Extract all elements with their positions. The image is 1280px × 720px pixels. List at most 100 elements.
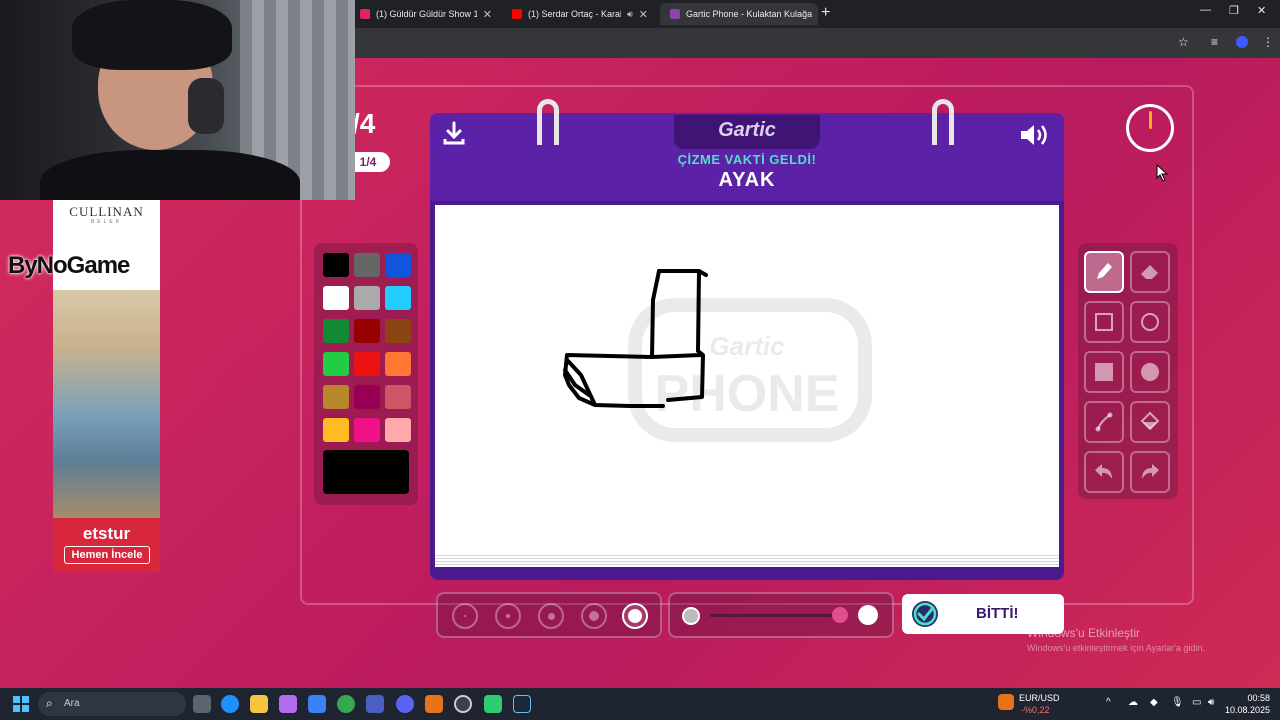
sound-icon[interactable] bbox=[1018, 121, 1052, 149]
opacity-high-icon bbox=[858, 605, 878, 625]
brush-size-4[interactable] bbox=[581, 603, 607, 629]
color-swatch[interactable] bbox=[323, 253, 349, 277]
clock-time: 00:58 bbox=[1247, 693, 1270, 703]
gartic-favicon-icon bbox=[670, 9, 680, 19]
color-swatch[interactable] bbox=[354, 352, 380, 376]
app-icon-green[interactable] bbox=[484, 695, 502, 713]
close-icon[interactable]: ✕ bbox=[483, 8, 492, 21]
color-swatch[interactable] bbox=[354, 319, 380, 343]
windows-start-icon[interactable] bbox=[13, 696, 29, 712]
download-icon[interactable] bbox=[442, 121, 466, 147]
tab-guldur-guldur[interactable]: (1) Güldür Güldür Show 199.Bö ✕ bbox=[350, 3, 502, 25]
pencil-tool[interactable] bbox=[1084, 251, 1124, 293]
restore-icon[interactable]: ❐ bbox=[1229, 4, 1239, 17]
task-view-icon[interactable] bbox=[193, 695, 211, 713]
close-icon[interactable]: ✕ bbox=[639, 8, 648, 21]
copilot-icon[interactable] bbox=[279, 695, 297, 713]
edge-icon[interactable] bbox=[221, 695, 239, 713]
opacity-low-icon bbox=[682, 607, 700, 625]
color-swatch[interactable] bbox=[385, 352, 411, 376]
redo-button[interactable] bbox=[1130, 451, 1170, 493]
opacity-slider[interactable] bbox=[668, 592, 894, 638]
color-swatch[interactable] bbox=[323, 286, 349, 310]
store-icon[interactable] bbox=[308, 695, 326, 713]
opacity-thumb[interactable] bbox=[832, 607, 848, 623]
webcam-overlay bbox=[0, 0, 355, 200]
app-icon-orange[interactable] bbox=[425, 695, 443, 713]
color-swatch[interactable] bbox=[354, 385, 380, 409]
tab-title: (1) Güldür Güldür Show 199.Bö bbox=[376, 9, 477, 19]
tray-chevron-icon[interactable]: ^ bbox=[1106, 697, 1111, 708]
opacity-track[interactable] bbox=[710, 614, 844, 617]
color-swatch[interactable] bbox=[385, 418, 411, 442]
fx-pair: EUR/USD bbox=[1019, 693, 1060, 703]
bucket-icon bbox=[1140, 411, 1160, 431]
undo-button[interactable] bbox=[1084, 451, 1124, 493]
color-swatch[interactable] bbox=[323, 385, 349, 409]
color-swatch[interactable] bbox=[354, 253, 380, 277]
volume-icon[interactable]: 🔊︎ bbox=[1208, 697, 1214, 708]
profile-avatar[interactable] bbox=[1236, 36, 1248, 48]
brush-size-2[interactable] bbox=[495, 603, 521, 629]
obs-icon[interactable] bbox=[454, 695, 472, 713]
brush-size-selector bbox=[436, 592, 662, 638]
binder-ring-left bbox=[537, 99, 559, 145]
color-swatch[interactable] bbox=[385, 385, 411, 409]
ad-photo bbox=[53, 290, 160, 518]
logo-badge: Gartic bbox=[674, 115, 820, 149]
microphone-icon[interactable]: 🎙︎ bbox=[1171, 697, 1184, 708]
tab-serdar-ortac[interactable]: (1) Serdar Ortaç - Karabiber 🔊︎ ✕ bbox=[502, 3, 658, 25]
undo-icon bbox=[1095, 464, 1112, 479]
filled-rectangle-tool[interactable] bbox=[1084, 351, 1124, 393]
ad-footer: etstur Hemen İncele bbox=[53, 518, 160, 572]
media-icon[interactable]: ≡ bbox=[1211, 35, 1218, 49]
new-tab-button[interactable]: + bbox=[821, 4, 830, 22]
app-icon[interactable] bbox=[366, 695, 384, 713]
drawing-canvas[interactable]: Gartic PHONE bbox=[435, 205, 1059, 553]
windows-activate-subtitle: Windows'u etkinleştirmek için Ayarlar'a … bbox=[1027, 643, 1205, 653]
file-explorer-icon[interactable] bbox=[250, 695, 268, 713]
window-close-icon[interactable]: ✕ bbox=[1257, 4, 1266, 17]
ellipse-tool[interactable] bbox=[1130, 301, 1170, 343]
taskbar-search-label: Ara bbox=[64, 698, 80, 709]
tab-gartic-phone[interactable]: Gartic Phone - Kulaktan Kulağa ✕ bbox=[660, 3, 818, 25]
ad-brand: CULLINAN bbox=[69, 204, 144, 219]
bucket-tool[interactable] bbox=[1130, 401, 1170, 443]
color-swatch[interactable] bbox=[323, 319, 349, 343]
color-swatch[interactable] bbox=[385, 319, 411, 343]
eraser-tool[interactable] bbox=[1130, 251, 1170, 293]
ellipse-fill-icon bbox=[1141, 363, 1159, 381]
chrome-icon[interactable] bbox=[337, 695, 355, 713]
color-swatch[interactable] bbox=[385, 253, 411, 277]
security-icon[interactable]: ◆ bbox=[1150, 697, 1158, 708]
steam-icon[interactable] bbox=[513, 695, 531, 713]
minimize-icon[interactable]: — bbox=[1200, 4, 1211, 16]
color-swatch[interactable] bbox=[323, 418, 349, 442]
brush-size-1[interactable] bbox=[452, 603, 478, 629]
filled-ellipse-tool[interactable] bbox=[1130, 351, 1170, 393]
drawing-card: Gartic ÇİZME VAKTİ GELDİ! AYAK Gartic PH… bbox=[430, 99, 1064, 580]
eraser-icon bbox=[1141, 265, 1158, 279]
color-swatch[interactable] bbox=[385, 286, 411, 310]
gartic-phone-watermark: Gartic PHONE bbox=[628, 298, 872, 442]
network-icon[interactable]: ▭ bbox=[1192, 697, 1201, 708]
tab-favicon bbox=[360, 9, 370, 19]
ad-cta-button[interactable]: Hemen İncele bbox=[64, 546, 150, 564]
rectangle-tool[interactable] bbox=[1084, 301, 1124, 343]
mouse-cursor-icon bbox=[1156, 164, 1168, 182]
timer-icon bbox=[1126, 104, 1174, 152]
menu-icon[interactable]: ⋮ bbox=[1262, 35, 1274, 49]
color-swatch[interactable] bbox=[354, 286, 380, 310]
taskbar-search[interactable]: ⌕ Ara bbox=[38, 692, 186, 716]
stock-widget-icon[interactable] bbox=[998, 694, 1014, 710]
brush-size-5[interactable] bbox=[622, 603, 648, 629]
line-tool[interactable] bbox=[1084, 401, 1124, 443]
color-swatch[interactable] bbox=[323, 352, 349, 376]
card-header: Gartic ÇİZME VAKTİ GELDİ! AYAK bbox=[430, 113, 1064, 201]
speaker-icon[interactable]: 🔊︎ bbox=[627, 9, 633, 20]
star-icon[interactable]: ☆ bbox=[1178, 35, 1189, 49]
discord-icon[interactable] bbox=[396, 695, 414, 713]
onedrive-icon[interactable]: ☁ bbox=[1128, 697, 1138, 708]
color-swatch[interactable] bbox=[354, 418, 380, 442]
brush-size-3[interactable] bbox=[538, 603, 564, 629]
